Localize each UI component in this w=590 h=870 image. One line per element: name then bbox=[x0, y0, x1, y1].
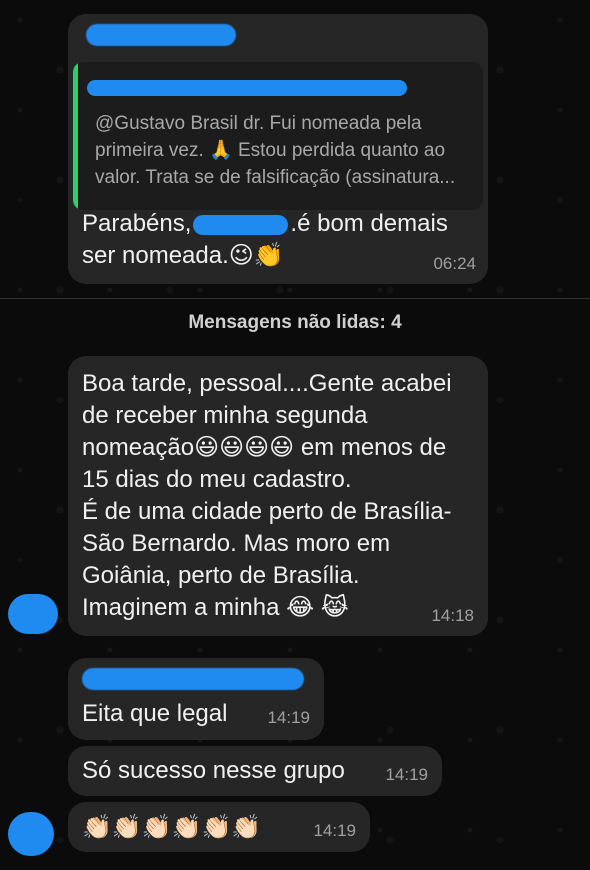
quoted-message-text: @Gustavo Brasil dr. Fui nomeada pela pri… bbox=[95, 113, 456, 188]
sender-avatar[interactable] bbox=[8, 594, 58, 634]
message-text: Eita que legal bbox=[82, 700, 228, 727]
quoted-message[interactable]: @Gustavo Brasil dr. Fui nomeada pela pri… bbox=[73, 62, 483, 210]
quote-accent-bar bbox=[73, 62, 78, 210]
redacted-sender-name bbox=[82, 668, 304, 690]
message-time: 14:19 bbox=[267, 708, 310, 727]
message-text: Boa tarde, pessoal....Gente acabei de re… bbox=[82, 370, 452, 621]
message-text: Só sucesso nesse grupo bbox=[82, 757, 345, 784]
message-bubble[interactable]: Eita que legal 14:19 bbox=[68, 658, 324, 740]
message-bubble[interactable]: 👏🏻👏🏻👏🏻👏🏻👏🏻👏🏻 14:19 bbox=[68, 802, 370, 852]
message-bubble[interactable]: Boa tarde, pessoal....Gente acabei de re… bbox=[68, 356, 488, 636]
redacted-sender-name bbox=[86, 24, 236, 46]
unread-divider bbox=[0, 298, 590, 299]
reply-message-bubble[interactable]: @Gustavo Brasil dr. Fui nomeada pela pri… bbox=[68, 14, 488, 284]
reply-text-start: Parabéns, bbox=[82, 210, 192, 237]
unread-messages-label: Mensagens não lidas: 4 bbox=[188, 312, 402, 333]
message-time: 06:24 bbox=[433, 254, 476, 273]
reply-message-text: Parabéns, .é bom demais ser nomeada.😉👏 bbox=[82, 208, 477, 272]
message-time: 14:19 bbox=[313, 821, 356, 840]
redacted-name bbox=[193, 214, 289, 235]
sender-avatar[interactable] bbox=[8, 812, 54, 856]
message-bubble[interactable]: Só sucesso nesse grupo 14:19 bbox=[68, 746, 442, 796]
redacted-quoted-sender bbox=[87, 80, 407, 96]
message-text: 👏🏻👏🏻👏🏻👏🏻👏🏻👏🏻 bbox=[82, 813, 262, 841]
message-time: 14:19 bbox=[385, 765, 428, 784]
message-time: 14:18 bbox=[431, 606, 474, 625]
